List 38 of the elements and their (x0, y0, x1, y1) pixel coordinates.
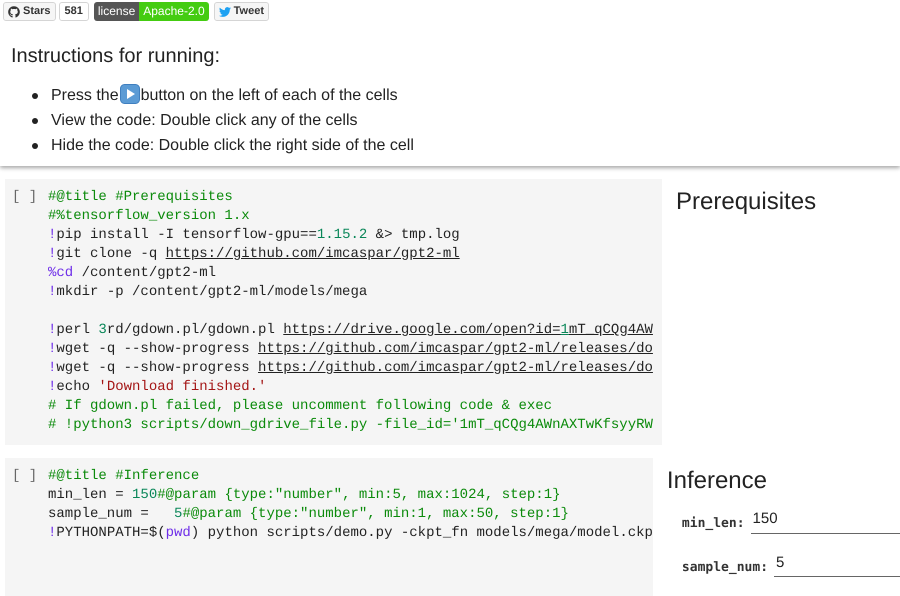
code-line: !mkdir -p /content/gpt2-ml/models/mega (48, 283, 368, 302)
code-line: #@title #Prerequisites (48, 188, 234, 207)
code-line: !PYTHONPATH=$(pwd) python scripts/demo.py -ckpt_fn models/mega/model.ckp (48, 524, 653, 543)
param-field[interactable]: 5 (774, 552, 900, 577)
code-line: !echo 'Download finished.' (48, 378, 268, 397)
tweet-button[interactable]: Tweet (214, 2, 269, 21)
code-line: #@title #Inference (48, 467, 200, 486)
instructions-heading: Instructions for running: (11, 44, 221, 69)
section-title: Inference (666, 466, 768, 496)
param-label: min_len: (682, 515, 745, 533)
code-line: !git clone -q https://github.com/imcaspar/gpt2-ml (48, 245, 461, 264)
bullet-icon (32, 142, 38, 148)
code-line: sample_num = 5#@param {type:"number", min:1, max:50, step:1} (48, 505, 570, 524)
run-bracket[interactable]: [ ] (5, 467, 48, 543)
code-line: !wget -q --show-progress https://github.com/imcaspar/gpt2-ml/releases/do (48, 359, 653, 378)
code-line: # !python3 scripts/down_gdrive_file.py -file_id='1mT_qCQg4AWnAXTwKfsyyRW (48, 416, 653, 435)
play-icon (120, 84, 140, 104)
section-title: Prerequisites (676, 187, 818, 217)
instruction-text: View the code: Double click any of the cells (51, 110, 358, 130)
run-bracket[interactable]: [ ] (5, 188, 48, 435)
code-line: min_len = 150#@param {type:"number", min:5, max:1024, step:1} (48, 486, 562, 505)
code-line: !perl 3rd/gdown.pl/gdown.pl https://drive.google.com/open?id=1mT_qCQg4AW (48, 321, 653, 340)
stars-count: 581 (58, 2, 89, 21)
github-icon (8, 6, 20, 18)
code-line: %cd /content/gpt2-ml (48, 264, 218, 283)
bird-icon (218, 6, 231, 18)
instruction-text: Press the (51, 86, 119, 106)
bullet-icon (32, 118, 38, 124)
bullet-icon (32, 92, 38, 98)
code-line: #%tensorflow_version 1.x (48, 207, 251, 226)
code-line: !wget -q --show-progress https://github.com/imcaspar/gpt2-ml/releases/do (48, 340, 653, 359)
code-line: # If gdown.pl failed, please uncomment following code & exec (48, 397, 554, 416)
param-label: sample_num: (682, 558, 768, 576)
stars-button[interactable]: Stars (3, 2, 56, 21)
instruction-text: Hide the code: Double click the right side of the cell (51, 136, 414, 156)
instruction-text: button on the left of each of the cells (140, 86, 398, 106)
code-line: !pip install -I tensorflow-gpu==1.15.2 &> tmp.log (48, 226, 461, 245)
param-field[interactable]: 150 (750, 508, 900, 534)
